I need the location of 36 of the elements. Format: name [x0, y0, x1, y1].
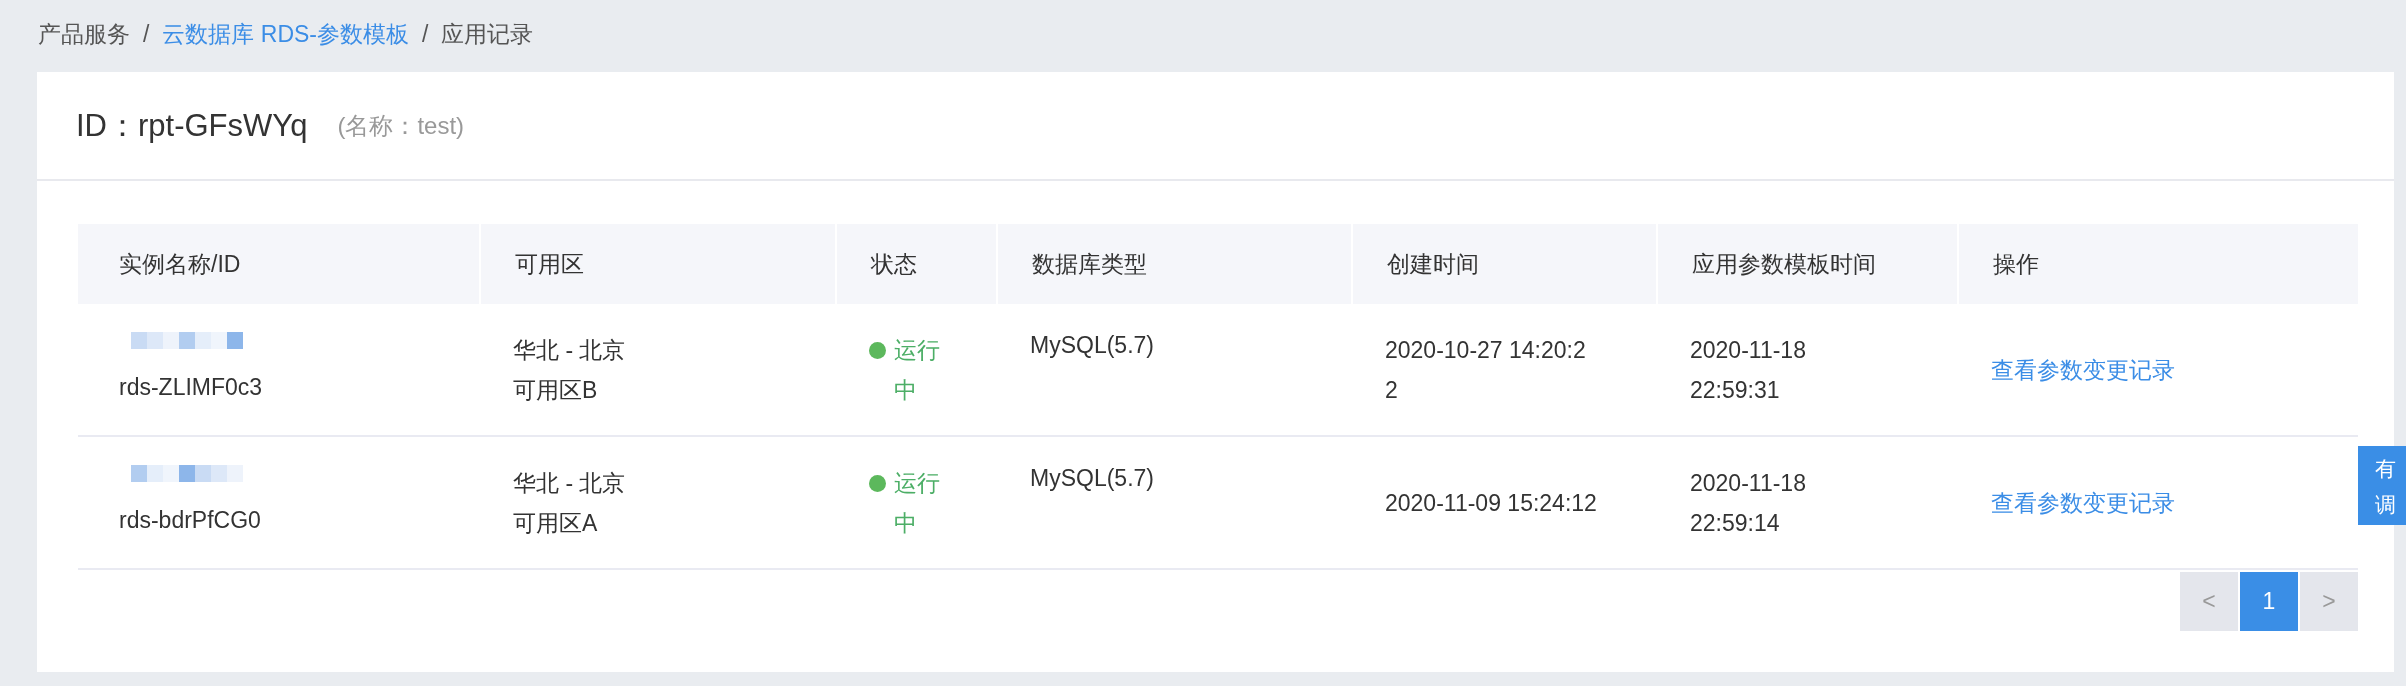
status-text: 运行中 — [894, 335, 941, 405]
db-type-text: MySQL(5.7) — [1030, 331, 1154, 360]
applied-time-text: 2020-11-18 22:59:14 — [1690, 468, 1807, 538]
column-header: 可用区 — [479, 224, 835, 304]
region-text: 华北 - 北京 — [513, 468, 626, 498]
db-type-text: MySQL(5.7) — [1030, 464, 1154, 493]
column-header: 操作 — [1957, 224, 2358, 304]
region-text: 华北 - 北京 — [513, 335, 626, 365]
breadcrumb-link[interactable]: 云数据库 RDS-参数模板 — [162, 22, 409, 46]
created-time-text: 2020-11-09 15:24:12 — [1385, 488, 1597, 518]
pixelated-redaction-icon — [131, 465, 243, 482]
breadcrumb-separator: / — [422, 22, 429, 46]
column-header: 状态 — [835, 224, 996, 304]
change-record-link[interactable]: 查看参数变更记录 — [1991, 349, 2175, 390]
feedback-tab[interactable]: 有 调 — [2358, 446, 2406, 525]
breadcrumb-text: 产品服务 — [38, 22, 130, 46]
breadcrumb-current: 应用记录 — [441, 22, 534, 46]
breadcrumb-separator: / — [143, 22, 150, 46]
page-button[interactable]: 1 — [2240, 572, 2298, 631]
pixelated-redaction-icon — [131, 332, 243, 349]
status-dot-icon — [869, 341, 886, 359]
change-record-link[interactable]: 查看参数变更记录 — [1991, 482, 2175, 523]
status-text: 运行中 — [894, 468, 941, 538]
zone-text: 可用区A — [513, 508, 598, 538]
instance-id-text: rds-bdrPfCG0 — [119, 506, 261, 535]
template-name-note: (名称：test) — [337, 110, 465, 141]
column-header: 应用参数模板时间 — [1656, 224, 1957, 304]
instance-id-text: rds-ZLIMF0c3 — [119, 373, 263, 402]
created-time-text: 2020-10-27 14:20:2 2 — [1385, 335, 1586, 405]
applied-time-text: 2020-11-18 22:59:31 — [1690, 335, 1807, 405]
status-dot-icon — [869, 474, 886, 492]
column-header: 实例名称/ID — [78, 224, 479, 304]
zone-text: 可用区B — [513, 375, 598, 405]
record-id-title: ID：rpt-GFsWYq — [76, 106, 308, 145]
column-header: 数据库类型 — [996, 224, 1351, 304]
column-header: 创建时间 — [1351, 224, 1656, 304]
